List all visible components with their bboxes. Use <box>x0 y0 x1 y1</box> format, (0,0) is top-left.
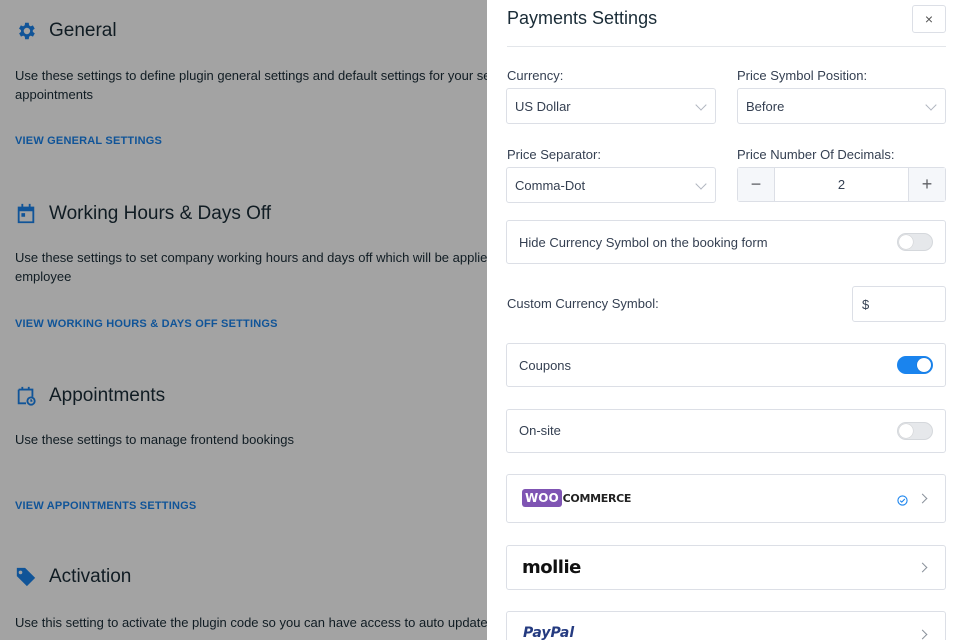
hide-currency-symbol-card: Hide Currency Symbol on the booking form <box>506 220 946 264</box>
chevron-right-icon <box>917 562 928 573</box>
price-symbol-position-label: Price Symbol Position: <box>737 68 868 83</box>
check-circle-icon <box>897 493 908 511</box>
decrement-button[interactable]: − <box>738 168 775 201</box>
coupons-label: Coupons <box>519 358 572 373</box>
close-button[interactable]: × <box>912 5 946 33</box>
price-separator-value: Comma-Dot <box>515 177 586 193</box>
chevron-down-icon <box>695 99 707 111</box>
price-separator-select[interactable]: Comma-Dot <box>506 167 716 203</box>
mollie-gateway-card[interactable]: mollie <box>506 545 946 590</box>
onsite-card: On-site <box>506 409 946 453</box>
hide-currency-symbol-label: Hide Currency Symbol on the booking form <box>519 235 768 250</box>
woocommerce-gateway-card[interactable]: WOO COMMERCE <box>506 474 946 523</box>
chevron-down-icon <box>695 178 707 190</box>
woocommerce-logo: WOO COMMERCE <box>522 489 631 507</box>
mollie-logo: mollie <box>522 557 581 578</box>
increment-button[interactable]: + <box>908 168 945 201</box>
price-decimals-label: Price Number Of Decimals: <box>737 147 895 162</box>
custom-currency-symbol-input[interactable]: $ <box>852 286 946 322</box>
price-separator-label: Price Separator: <box>507 147 601 162</box>
paypal-gateway-card[interactable]: PayPal <box>506 611 946 640</box>
custom-currency-symbol-label: Custom Currency Symbol: <box>507 296 659 311</box>
price-symbol-position-select[interactable]: Before <box>737 88 946 124</box>
onsite-toggle[interactable] <box>897 422 933 440</box>
coupons-card: Coupons <box>506 343 946 387</box>
hide-currency-symbol-toggle[interactable] <box>897 233 933 251</box>
dialog-title: Payments Settings <box>507 8 658 28</box>
divider <box>507 46 946 47</box>
decimals-value[interactable]: 2 <box>775 168 908 201</box>
payments-settings-dialog: Payments Settings × Currency: US Dollar … <box>487 0 960 640</box>
paypal-logo: PayPal <box>523 625 575 640</box>
onsite-label: On-site <box>519 423 561 438</box>
price-decimals-stepper: − 2 + <box>737 167 946 202</box>
currency-label: Currency: <box>507 68 564 83</box>
currency-select[interactable]: US Dollar <box>506 88 716 124</box>
price-symbol-position-value: Before <box>746 98 785 114</box>
chevron-right-icon <box>917 629 928 640</box>
coupons-toggle[interactable] <box>897 356 933 374</box>
chevron-down-icon <box>925 99 937 111</box>
currency-value: US Dollar <box>515 98 571 114</box>
chevron-right-icon <box>917 493 928 504</box>
